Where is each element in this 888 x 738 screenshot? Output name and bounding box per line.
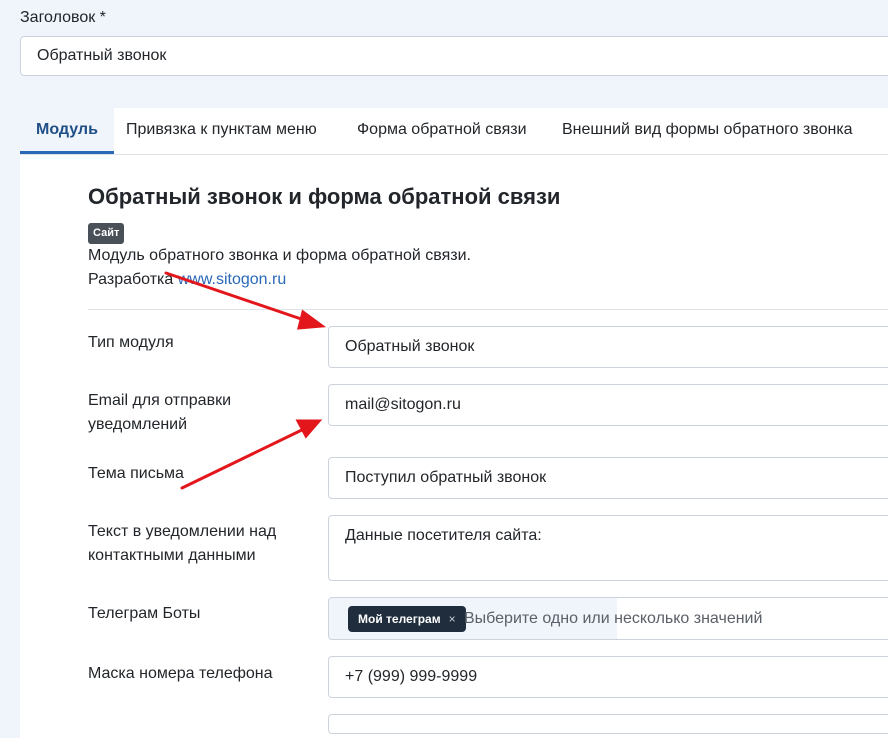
arrow-to-module-type: [164, 271, 327, 330]
arrow-to-email: [180, 419, 323, 490]
annotation-arrows: [164, 271, 327, 490]
